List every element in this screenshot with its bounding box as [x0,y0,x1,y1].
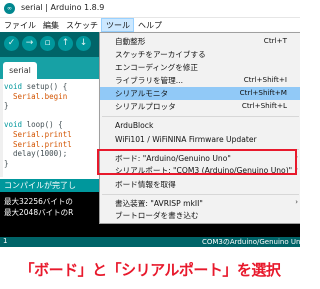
menu-item-get-board-info[interactable]: ボード情報を取得 [100,178,300,191]
tab-serial[interactable]: serial [3,62,37,79]
verify-icon[interactable]: ✓ [4,36,19,51]
window-title: serial | Arduino 1.8.9 [21,3,105,12]
menu-item-wifi-firmware-updater[interactable]: WiFi101 / WiFiNINA Firmware Updater [100,134,300,147]
status-text: コンパイルが完了し [4,181,76,190]
menu-separator [102,116,299,117]
menu-bar: ファイル 編集 スケッチ ツール ヘルプ [0,18,300,32]
editor-gutter [0,79,3,177]
menu-separator [102,194,299,195]
title-bar: ∞ serial | Arduino 1.8.9 [0,0,300,18]
menu-item-auto-format[interactable]: 自動整形 Ctrl+T [100,35,300,48]
new-file-icon[interactable]: ▫ [40,36,55,51]
menu-edit[interactable]: 編集 [39,18,62,32]
board-port-indicator: COM3のArduino/Genuino Uno [202,238,300,246]
annotation-caption: 「ボード」と「シリアルポート」を選択 [0,255,300,289]
annotation-highlight-box [97,149,297,175]
chevron-right-icon: › [295,198,298,206]
save-icon[interactable]: ↓ [76,36,91,51]
menu-item-fix-encoding[interactable]: エンコーディングを修正 [100,61,300,74]
menu-item-ardublock[interactable]: ArduBlock [100,120,300,133]
bottom-status-bar: 1 COM3のArduino/Genuino Uno [0,237,300,247]
arduino-ide-window: ∞ serial | Arduino 1.8.9 ファイル 編集 スケッチ ツー… [0,0,300,247]
console-line: 最大32256バイトの [4,197,73,206]
menu-file[interactable]: ファイル [0,18,39,32]
menu-item-serial-monitor[interactable]: シリアルモニタ Ctrl+Shift+M [100,87,300,100]
arduino-logo-icon: ∞ [4,3,15,14]
tools-menu-dropdown: 自動整形 Ctrl+T スケッチをアーカイブする エンコーディングを修正 ライブラ… [99,32,300,224]
menu-help[interactable]: ヘルプ [134,18,165,32]
upload-icon[interactable]: → [22,36,37,51]
menu-item-burn-bootloader[interactable]: ブートローダを書き込む [100,209,300,222]
code-text: void setup() { Serial.begin } void loop(… [4,82,72,168]
menu-tools[interactable]: ツール [101,18,134,32]
line-number: 1 [3,237,8,245]
open-icon[interactable]: ↑ [58,36,73,51]
menu-sketch[interactable]: スケッチ [62,18,101,32]
caption-text: 「ボード」と「シリアルポート」を選択 [19,261,281,279]
menu-item-archive-sketch[interactable]: スケッチをアーカイブする [100,48,300,61]
console-line: 最大2048バイトのR [4,208,74,217]
menu-item-serial-plotter[interactable]: シリアルプロッタ Ctrl+Shift+L [100,100,300,113]
menu-item-manage-libraries[interactable]: ライブラリを管理... Ctrl+Shift+I [100,74,300,87]
